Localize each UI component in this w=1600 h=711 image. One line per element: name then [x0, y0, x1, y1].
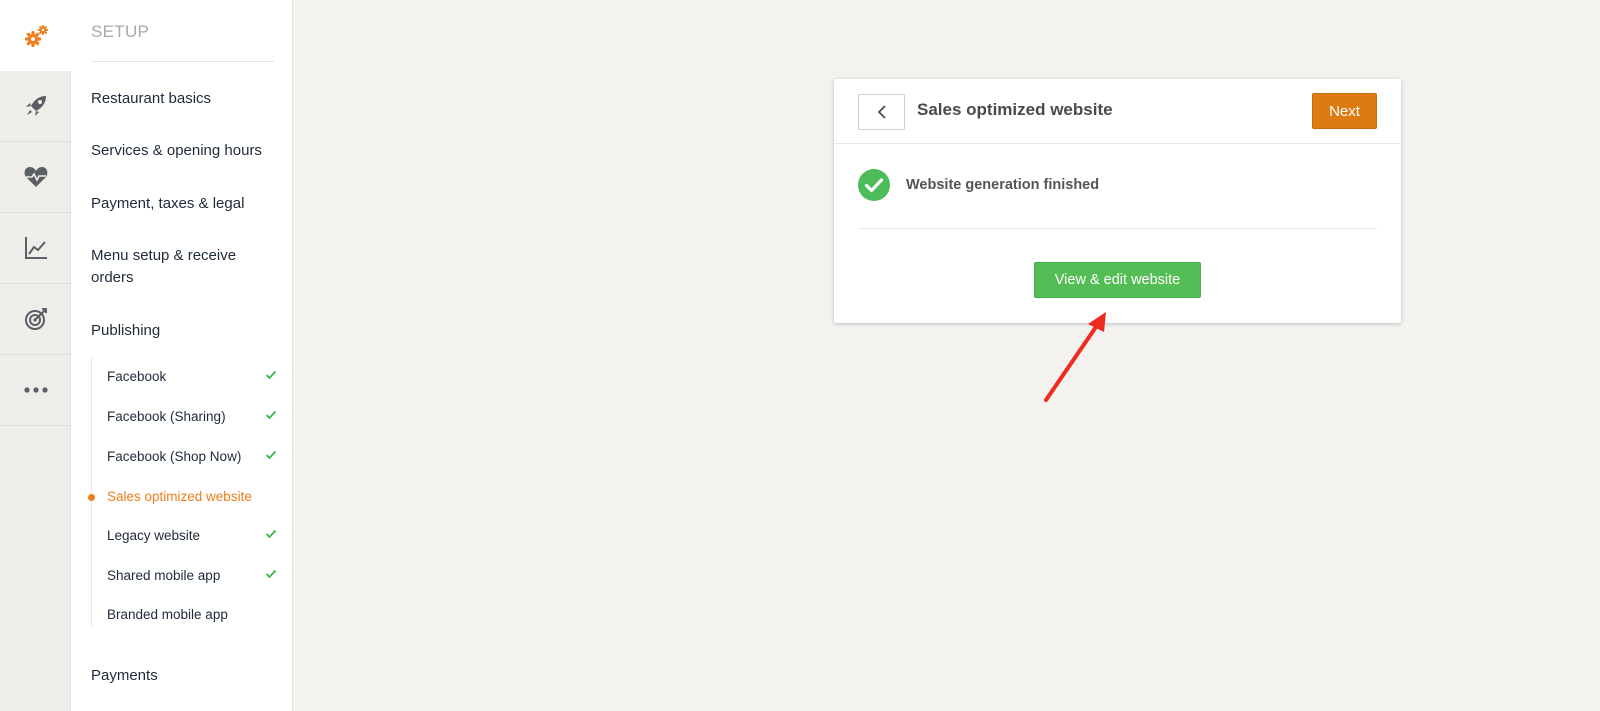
rail-more[interactable]: [0, 355, 71, 426]
sidebar-item-menu-setup[interactable]: Menu setup & receive orders: [91, 245, 261, 289]
rocket-icon: [22, 92, 50, 120]
card-header: Sales optimized website Next: [834, 79, 1401, 144]
card-title: Sales optimized website: [917, 100, 1113, 119]
sidebar-item-services-hours[interactable]: Services & opening hours: [91, 140, 276, 162]
setup-sidebar: SETUP Restaurant basics Services & openi…: [71, 0, 293, 711]
check-icon: [265, 370, 277, 380]
success-check-icon: [858, 169, 890, 201]
website-card: Sales optimized website Next Website gen…: [834, 79, 1401, 323]
check-icon: [265, 529, 277, 539]
status-message: Website generation finished: [906, 177, 1100, 193]
rail-launch[interactable]: [0, 71, 71, 142]
rail-setup[interactable]: [0, 0, 71, 71]
subitem-label: Legacy website: [107, 528, 201, 543]
subitem-label: Sales optimized website: [107, 489, 252, 504]
annotation-arrow-icon: [1044, 312, 1106, 402]
subitem-facebook[interactable]: Facebook: [107, 368, 277, 386]
chevron-left-icon: [877, 105, 886, 119]
subitem-label: Facebook: [107, 369, 167, 384]
sidebar-divider: [91, 61, 274, 62]
check-icon: [265, 410, 277, 420]
heart-pulse-icon: [22, 163, 50, 191]
sidebar-item-payments[interactable]: Payments: [91, 665, 276, 687]
setup-gears-icon: [22, 22, 50, 50]
next-button[interactable]: Next: [1312, 93, 1377, 129]
subitem-legacy-website[interactable]: Legacy website: [107, 527, 277, 545]
check-icon: [265, 569, 277, 579]
subitem-label: Facebook (Shop Now): [107, 449, 242, 464]
icon-rail: [0, 0, 71, 711]
sidebar-title: SETUP: [91, 22, 150, 41]
sidebar-item-publishing[interactable]: Publishing: [91, 320, 276, 342]
sidebar-item-restaurant-basics[interactable]: Restaurant basics: [91, 88, 276, 110]
subitem-label: Facebook (Sharing): [107, 409, 226, 424]
subitem-branded-mobile-app[interactable]: Branded mobile app: [107, 606, 277, 624]
rail-health[interactable]: [0, 142, 71, 213]
more-dots-icon: [22, 376, 50, 404]
card-divider: [858, 228, 1377, 229]
chart-icon: [22, 234, 50, 262]
rail-analytics[interactable]: [0, 213, 71, 284]
target-icon: [22, 305, 50, 333]
subitem-facebook-sharing[interactable]: Facebook (Sharing): [107, 408, 277, 426]
subitem-sales-optimized-website[interactable]: Sales optimized website: [107, 488, 277, 506]
sidebar-item-payment-taxes[interactable]: Payment, taxes & legal: [91, 193, 276, 215]
subitem-label: Shared mobile app: [107, 568, 221, 583]
check-icon: [265, 450, 277, 460]
view-edit-website-button[interactable]: View & edit website: [1034, 262, 1201, 298]
publishing-subnav-line: [91, 358, 92, 626]
rail-marketing[interactable]: [0, 284, 71, 355]
subitem-facebook-shop-now[interactable]: Facebook (Shop Now): [107, 448, 277, 466]
subitem-label: Branded mobile app: [107, 607, 228, 622]
current-step-dot: [88, 494, 95, 501]
subitem-shared-mobile-app[interactable]: Shared mobile app: [107, 567, 277, 585]
back-button[interactable]: [858, 94, 905, 130]
